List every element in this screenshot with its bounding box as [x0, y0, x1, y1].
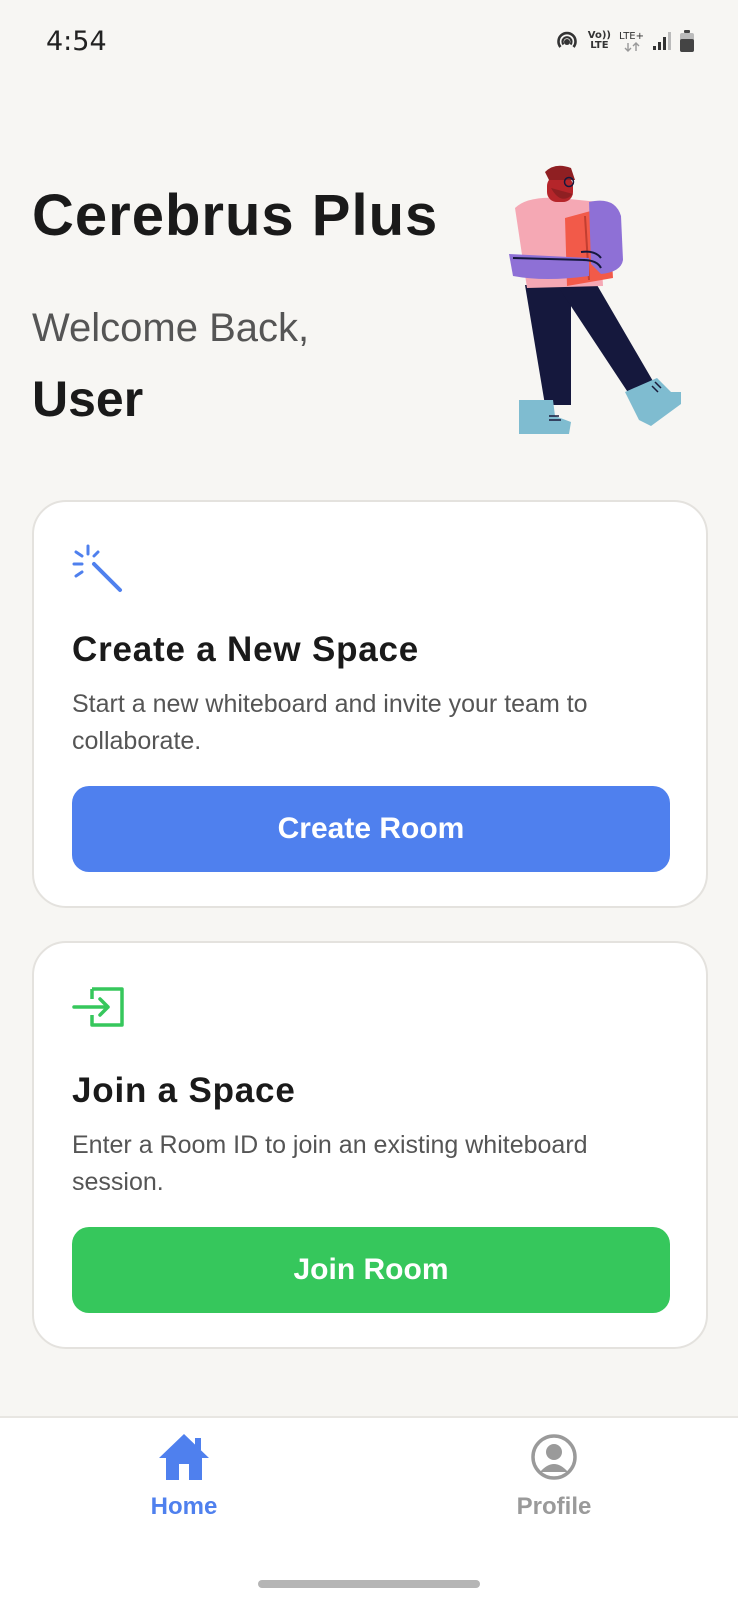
- enter-icon: [72, 985, 126, 1034]
- create-space-title: Create a New Space: [72, 630, 420, 669]
- join-space-description: Enter a Room ID to join an existing whit…: [72, 1131, 588, 1196]
- status-time: 4:54: [46, 26, 107, 57]
- volte-bottom-text: LTE: [590, 40, 609, 51]
- magic-wand-icon: [72, 544, 126, 603]
- lte-plus-icon: LTE+: [619, 31, 644, 52]
- create-space-card: Create a New Space Start a new whiteboar…: [32, 500, 708, 908]
- nav-label-home: Home: [150, 1493, 218, 1520]
- volte-icon: Vo)) LTE: [588, 31, 611, 51]
- join-space-card: Join a Space Enter a Room ID to join an …: [32, 941, 708, 1349]
- join-space-title: Join a Space: [72, 1071, 296, 1110]
- signal-icon: [652, 31, 672, 51]
- home-indicator[interactable]: [258, 1580, 480, 1588]
- user-name: User: [32, 371, 144, 427]
- create-room-button[interactable]: Create Room: [72, 786, 670, 872]
- status-icons: Vo)) LTE LTE+: [554, 30, 694, 52]
- bottom-nav: Home Profile: [0, 1416, 738, 1600]
- create-space-description: Start a new whiteboard and invite your t…: [72, 690, 588, 755]
- nav-item-profile[interactable]: Profile: [484, 1432, 624, 1521]
- reading-person-illustration: [505, 160, 695, 450]
- profile-icon: [529, 1432, 579, 1487]
- nav-label-profile: Profile: [516, 1493, 592, 1520]
- join-room-button[interactable]: Join Room: [72, 1227, 670, 1313]
- home-icon: [157, 1432, 211, 1487]
- app-title: Cerebrus Plus: [32, 183, 439, 248]
- nav-item-home[interactable]: Home: [114, 1432, 254, 1521]
- welcome-text: Welcome Back,: [32, 306, 310, 350]
- hotspot-icon: [554, 30, 580, 52]
- lte-plus-text: LTE+: [619, 30, 644, 42]
- status-bar: 4:54 Vo)) LTE LTE+: [0, 0, 738, 86]
- battery-icon: [680, 30, 694, 52]
